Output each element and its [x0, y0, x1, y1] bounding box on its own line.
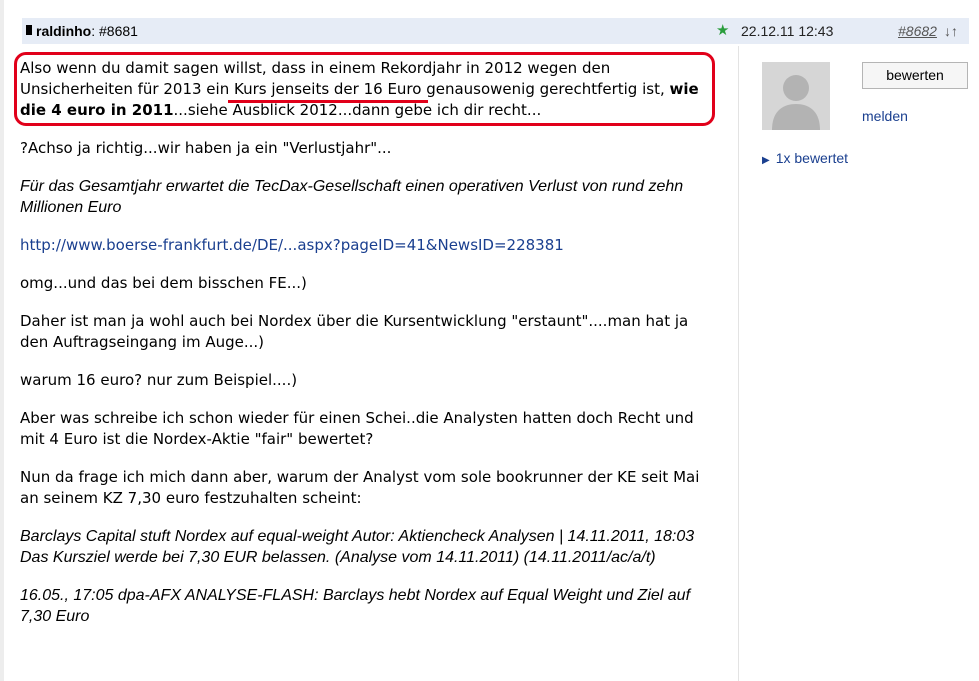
- article-link[interactable]: http://www.boerse-frankfurt.de/DE/...asp…: [20, 236, 564, 254]
- next-post-link[interactable]: #8682: [898, 23, 937, 39]
- post-id: : #8681: [91, 23, 138, 39]
- triangle-right-icon: ▶: [762, 155, 770, 166]
- star-icon: ★: [716, 21, 730, 39]
- quote-2: Barclays Capital stuft Nordex auf equal-…: [20, 528, 695, 566]
- author-name[interactable]: raldinho: #8681: [36, 23, 138, 39]
- sort-arrows-icon[interactable]: ↓↑: [944, 23, 958, 39]
- avatar[interactable]: [762, 62, 830, 130]
- quote-3: 16.05., 17:05 dpa-AFX ANALYSE-FLASH: Bar…: [20, 587, 691, 625]
- rate-button[interactable]: bewerten: [862, 62, 968, 89]
- red-highlight-box: [14, 52, 715, 126]
- quote-1: Für das Gesamtjahr erwartet die TecDax-G…: [20, 178, 684, 216]
- post-paragraph-4: Daher ist man ja wohl auch bei Nordex üb…: [20, 312, 689, 351]
- avatar-silhouette-icon: [762, 62, 830, 130]
- post-paragraph-5: warum 16 euro? nur zum Beispiel....): [20, 371, 298, 389]
- rated-count-link[interactable]: ▶ 1x bewertet: [762, 150, 848, 166]
- report-link[interactable]: melden: [862, 108, 908, 124]
- post-date: 22.12.11 12:43: [741, 23, 834, 39]
- post-header: raldinho: #8681 ★ 22.12.11 12:43 #8682 ↓…: [22, 18, 969, 44]
- column-divider: [738, 46, 739, 681]
- post-paragraph-7: Nun da frage ich mich dann aber, warum d…: [20, 468, 700, 507]
- left-edge-strip: [0, 0, 4, 681]
- post-paragraph-2: ?Achso ja richtig...wir haben ja ein "Ve…: [20, 139, 392, 157]
- red-underline: [228, 100, 428, 103]
- post-paragraph-6: Aber was schreibe ich schon wieder für e…: [20, 409, 694, 448]
- post-body: Also wenn du damit sagen willst, dass in…: [20, 58, 720, 644]
- user-icon: [26, 25, 32, 35]
- post-paragraph-3: omg...und das bei dem bisschen FE...): [20, 274, 307, 292]
